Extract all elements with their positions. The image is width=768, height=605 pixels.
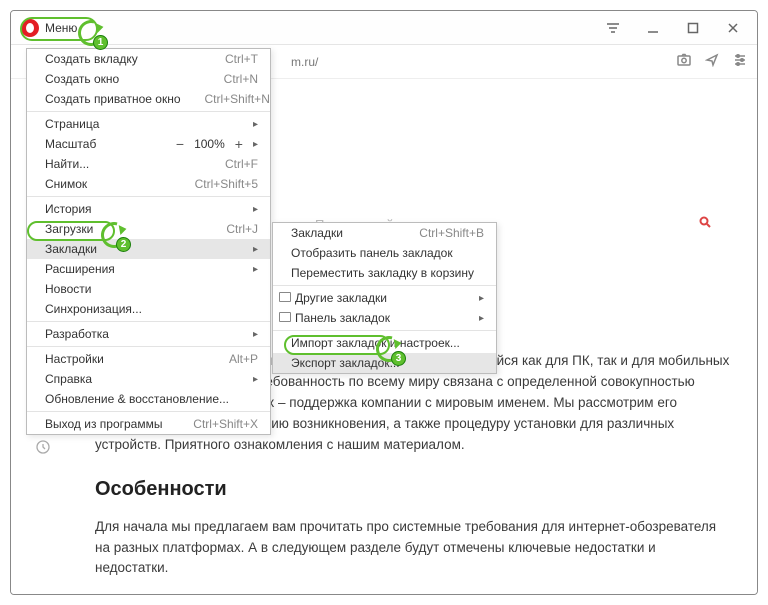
menu-item-news[interactable]: Новости [27, 279, 270, 299]
menu-item-update[interactable]: Обновление & восстановление... [27, 389, 270, 409]
chevron-right-icon: ▸ [253, 119, 258, 130]
menu-item-zoom[interactable]: Масштаб − 100% + ▸ [27, 134, 270, 154]
submenu-item-show-bar[interactable]: Отобразить панель закладок [273, 243, 496, 263]
chevron-right-icon: ▸ [253, 374, 258, 385]
menu-separator [27, 196, 270, 197]
close-button[interactable] [713, 13, 753, 43]
menu-item-new-private[interactable]: Создать приватное окноCtrl+Shift+N [27, 89, 270, 109]
menu-separator [27, 111, 270, 112]
step-badge-3: 3 [376, 336, 402, 362]
main-menu: Создать вкладкуCtrl+T Создать окноCtrl+N… [26, 48, 271, 435]
menu-separator [273, 285, 496, 286]
highlight-box-3 [284, 335, 390, 355]
menu-item-snapshot[interactable]: СнимокCtrl+Shift+5 [27, 174, 270, 194]
send-icon[interactable] [705, 53, 719, 70]
submenu-item-bookmarks[interactable]: ЗакладкиCtrl+Shift+B [273, 223, 496, 243]
menu-item-new-window[interactable]: Создать окноCtrl+N [27, 69, 270, 89]
menu-item-page[interactable]: Страница▸ [27, 114, 270, 134]
article-heading: Особенности [95, 474, 731, 505]
menu-item-exit[interactable]: Выход из программыCtrl+Shift+X [27, 414, 270, 434]
folder-icon [279, 312, 291, 322]
chevron-right-icon: ▸ [253, 204, 258, 215]
zoom-out-button[interactable]: − [176, 137, 184, 151]
chevron-right-icon: ▸ [253, 139, 258, 150]
chevron-right-icon: ▸ [253, 264, 258, 275]
chevron-right-icon: ▸ [479, 293, 484, 304]
menu-item-bookmarks[interactable]: Закладки▸ [27, 239, 270, 259]
settings-slider-icon[interactable] [733, 53, 747, 70]
snapshot-icon[interactable] [677, 53, 691, 70]
menu-item-new-tab[interactable]: Создать вкладкуCtrl+T [27, 49, 270, 69]
menu-separator [273, 330, 496, 331]
menu-separator [27, 346, 270, 347]
address-bar-actions [677, 53, 747, 70]
maximize-button[interactable] [673, 13, 713, 43]
menu-separator [27, 411, 270, 412]
zoom-percent: 100% [194, 137, 225, 151]
history-sidebar-icon[interactable] [35, 439, 51, 455]
menu-separator [27, 321, 270, 322]
search-icon[interactable] [699, 215, 711, 233]
submenu-item-bookmarks-panel[interactable]: Панель закладок▸ [273, 308, 496, 328]
menu-item-extensions[interactable]: Расширения▸ [27, 259, 270, 279]
titlebar: Меню [11, 11, 757, 45]
article-paragraph: Для начала мы предлагаем вам прочитать п… [95, 517, 731, 580]
menu-item-settings[interactable]: НастройкиAlt+P [27, 349, 270, 369]
menu-item-sync[interactable]: Синхронизация... [27, 299, 270, 319]
menu-item-developer[interactable]: Разработка▸ [27, 324, 270, 344]
chevron-right-icon: ▸ [479, 313, 484, 324]
menu-item-find[interactable]: Найти...Ctrl+F [27, 154, 270, 174]
step-badge-2: 2 [101, 222, 127, 248]
url-fragment: m.ru/ [291, 55, 318, 69]
menu-item-history[interactable]: История▸ [27, 199, 270, 219]
submenu-item-trash[interactable]: Переместить закладку в корзину [273, 263, 496, 283]
chevron-right-icon: ▸ [253, 329, 258, 340]
submenu-item-other-bookmarks[interactable]: Другие закладки▸ [273, 288, 496, 308]
minimize-button[interactable] [633, 13, 673, 43]
step-badge-1: 1 [78, 20, 104, 46]
chevron-right-icon: ▸ [253, 244, 258, 255]
easy-setup-icon[interactable] [593, 13, 633, 43]
folder-icon [279, 292, 291, 302]
menu-item-help[interactable]: Справка▸ [27, 369, 270, 389]
window-controls [593, 13, 753, 43]
zoom-in-button[interactable]: + [235, 137, 243, 151]
